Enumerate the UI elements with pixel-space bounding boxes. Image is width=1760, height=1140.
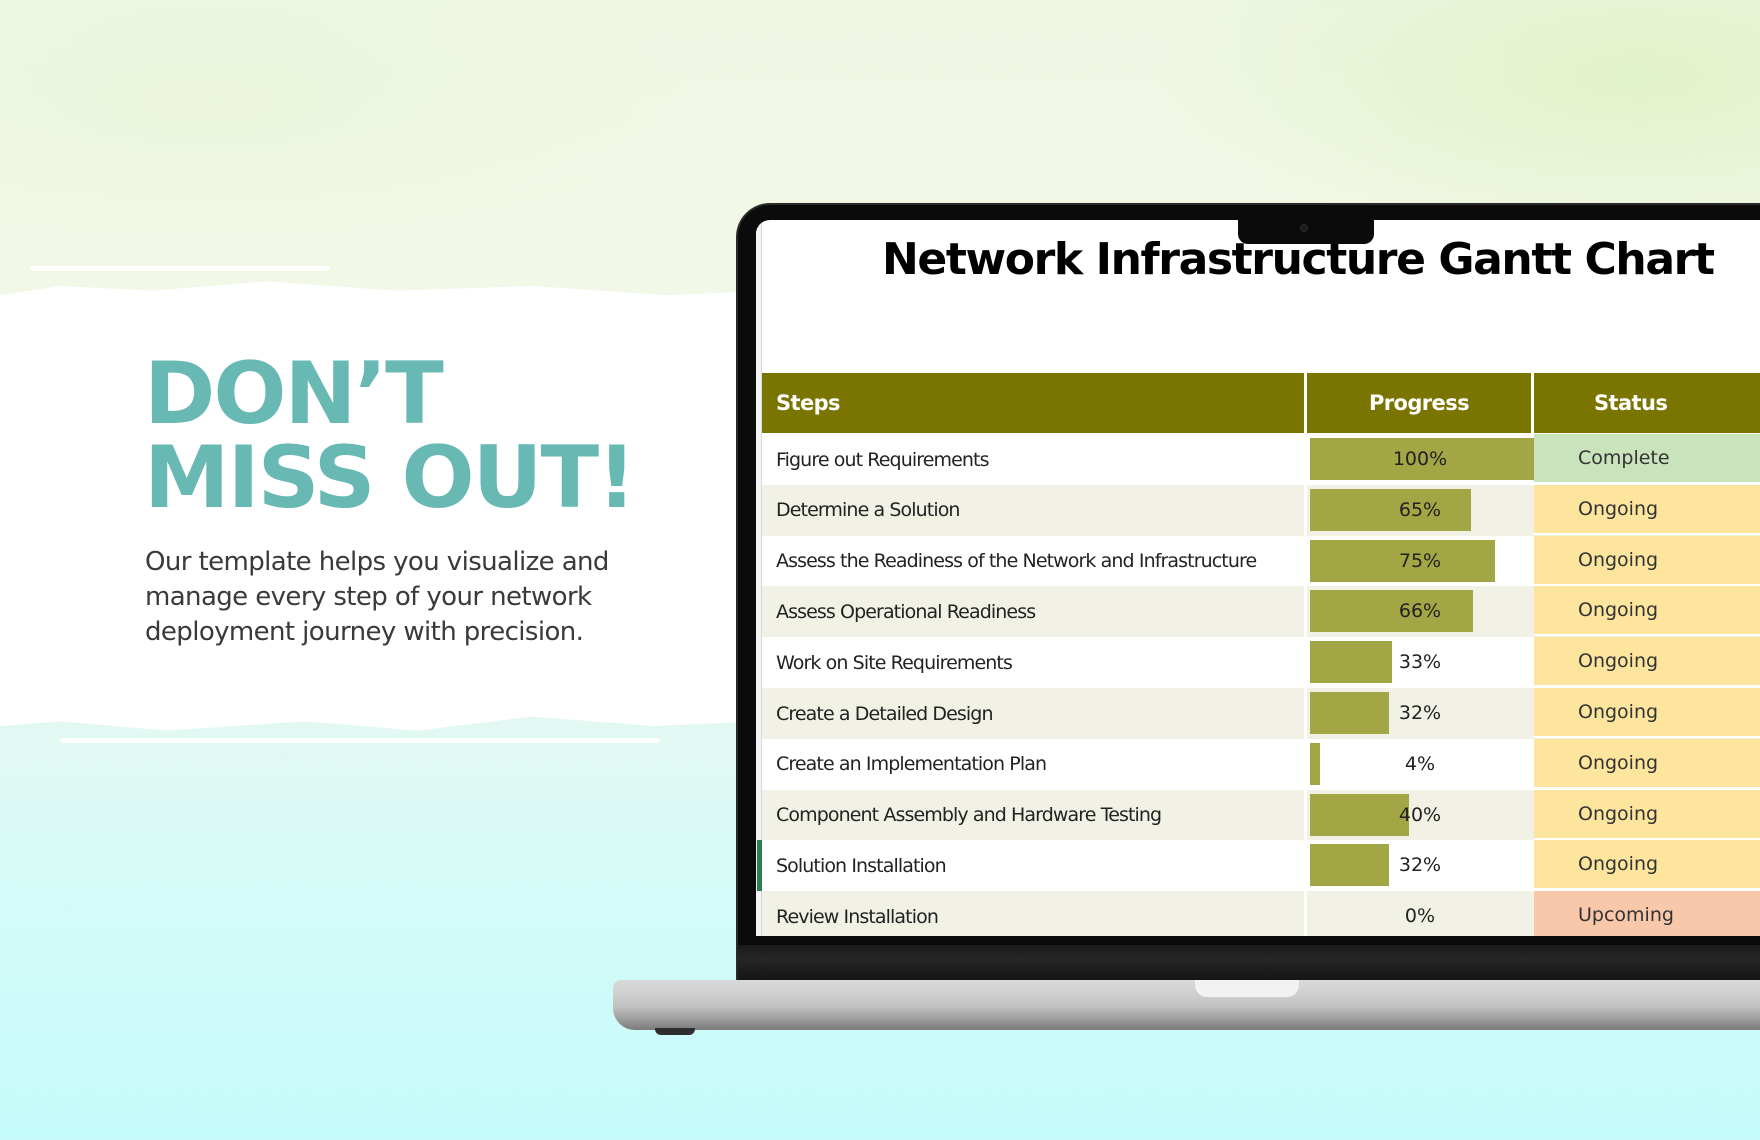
status-cell[interactable]: Ongoing <box>1534 535 1760 586</box>
hero-description-line: Our template helps you visualize and <box>145 547 609 577</box>
brush-streak <box>120 296 660 301</box>
hero-headline-line1: DON’T <box>144 344 444 444</box>
progress-cell[interactable]: 32% <box>1310 692 1557 734</box>
progress-label: 4% <box>1404 752 1436 775</box>
progress-cell[interactable]: 75% <box>1310 539 1557 582</box>
table-row[interactable]: Create an Implementation Plan 4% Ongoing <box>762 738 1760 790</box>
progress-label: 0% <box>1404 905 1436 928</box>
hero-description: Our template helps you visualize and man… <box>145 545 665 650</box>
hero-headline: DON’T MISS OUT! <box>144 344 636 528</box>
brush-streak <box>30 266 330 271</box>
step-cell[interactable]: Assess Operational Readiness <box>776 586 1036 637</box>
step-cell[interactable]: Determine a Solution <box>776 485 960 536</box>
column-divider <box>1304 535 1307 587</box>
step-cell[interactable]: Create an Implementation Plan <box>776 739 1047 790</box>
laptop-opening-notch <box>1195 980 1299 997</box>
progress-cell[interactable]: 40% <box>1310 793 1557 836</box>
table-row[interactable]: Solution Installation 32% Ongoing <box>762 840 1760 892</box>
brush-streak <box>0 660 90 684</box>
hero-headline-line2: MISS OUT! <box>144 428 636 528</box>
column-header-progress[interactable]: Progress <box>1307 373 1531 433</box>
column-divider <box>1304 891 1307 936</box>
camera-icon <box>1300 224 1308 232</box>
column-divider <box>1304 637 1307 689</box>
column-divider <box>1304 840 1307 892</box>
hero-description-line: manage every step of your network <box>145 582 592 612</box>
status-cell[interactable]: Upcoming <box>1534 891 1760 936</box>
progress-cell[interactable]: 0% <box>1310 895 1557 936</box>
step-cell[interactable]: Assess the Readiness of the Network and … <box>776 536 1257 587</box>
table-row[interactable]: Assess Operational Readiness 66% Ongoing <box>762 586 1760 638</box>
hero-description-line: deployment journey with precision. <box>145 617 584 647</box>
progress-label: 33% <box>1398 651 1442 674</box>
progress-label: 40% <box>1398 803 1442 826</box>
column-divider <box>1304 789 1307 841</box>
column-divider <box>1304 484 1307 536</box>
table-row[interactable]: Review Installation 0% Upcoming <box>762 891 1760 936</box>
status-cell[interactable]: Ongoing <box>1534 637 1760 688</box>
table-row[interactable]: Determine a Solution 65% Ongoing <box>762 484 1760 536</box>
progress-label: 32% <box>1398 854 1442 877</box>
progress-cell[interactable]: 4% <box>1310 742 1557 785</box>
status-cell[interactable]: Ongoing <box>1534 840 1760 891</box>
progress-label: 65% <box>1398 498 1442 521</box>
column-divider <box>1304 586 1307 638</box>
progress-cell[interactable]: 100% <box>1310 438 1557 480</box>
laptop-base <box>613 980 1760 1030</box>
status-cell[interactable]: Ongoing <box>1534 484 1760 535</box>
status-cell[interactable]: Ongoing <box>1534 586 1760 637</box>
table-row[interactable]: Work on Site Requirements 33% Ongoing <box>762 637 1760 689</box>
step-cell[interactable]: Solution Installation <box>776 840 947 891</box>
brush-streak <box>60 738 660 743</box>
status-cell[interactable]: Ongoing <box>1534 789 1760 840</box>
background-glow <box>0 0 700 260</box>
step-cell[interactable]: Review Installation <box>776 891 939 936</box>
table-row[interactable]: Create a Detailed Design 32% Ongoing <box>762 688 1760 739</box>
step-cell[interactable]: Create a Detailed Design <box>776 688 994 739</box>
laptop-foot <box>655 1028 695 1035</box>
table-row[interactable]: Assess the Readiness of the Network and … <box>762 535 1760 587</box>
progress-label: 32% <box>1398 702 1442 724</box>
status-cell[interactable]: Ongoing <box>1534 738 1760 789</box>
table-row[interactable]: Component Assembly and Hardware Testing 4… <box>762 789 1760 841</box>
step-cell[interactable]: Figure out Requirements <box>776 434 990 485</box>
progress-cell[interactable]: 65% <box>1310 488 1557 531</box>
laptop-screen: Network Infrastructure Gantt Chart Steps… <box>756 220 1760 936</box>
column-divider <box>1304 434 1307 485</box>
progress-label: 66% <box>1398 600 1442 623</box>
camera-notch <box>1238 218 1374 244</box>
column-header-steps[interactable]: Steps <box>762 373 1304 433</box>
progress-cell[interactable]: 33% <box>1310 641 1557 684</box>
laptop-chin <box>738 945 1760 980</box>
column-divider <box>1304 688 1307 739</box>
column-header-status[interactable]: Status <box>1534 373 1760 433</box>
progress-cell[interactable]: 66% <box>1310 590 1557 633</box>
step-cell[interactable]: Work on Site Requirements <box>776 637 1013 688</box>
step-cell[interactable]: Component Assembly and Hardware Testing <box>776 790 1162 841</box>
table-row[interactable]: Figure out Requirements 100% Complete <box>762 434 1760 485</box>
status-cell[interactable]: Complete <box>1534 434 1760 484</box>
column-divider <box>1304 738 1307 790</box>
progress-cell[interactable]: 32% <box>1310 844 1557 887</box>
progress-label: 75% <box>1398 549 1442 572</box>
status-cell[interactable]: Ongoing <box>1534 688 1760 738</box>
progress-label: 100% <box>1392 448 1448 470</box>
